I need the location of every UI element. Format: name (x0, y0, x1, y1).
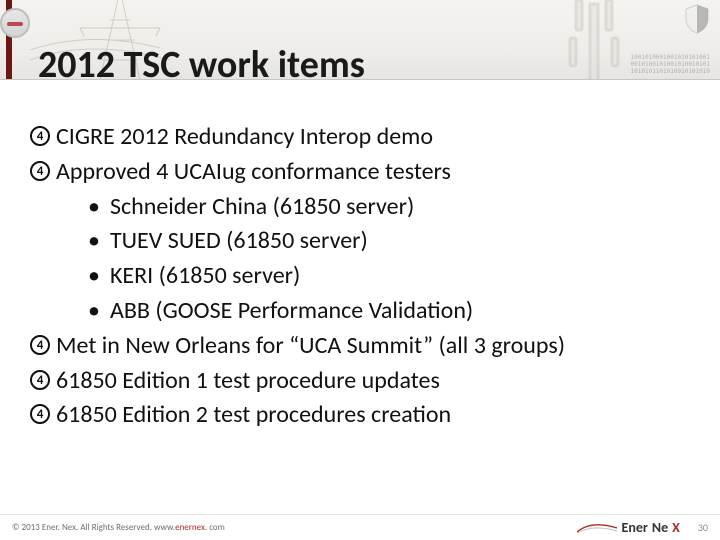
brand-text-b: Ne (652, 519, 668, 536)
bullet-item: 4 61850 Edition 1 test procedure updates (30, 364, 690, 399)
circled-number-icon: 4 (30, 161, 50, 181)
circled-number-icon: 4 (30, 126, 50, 146)
dot-bullet-icon: • (88, 190, 100, 225)
binary-decoration: 1001010001001010101001 00101001010010100… (631, 54, 710, 75)
sub-bullet-item: • TUEV SUED (61850 server) (30, 224, 690, 259)
shield-icon (684, 4, 710, 34)
code-line: 1010101101010010101010 (631, 68, 710, 75)
page-number: 30 (698, 521, 708, 534)
header-banner: 1001010001001010101001 00101001010010100… (0, 0, 720, 80)
bullet-item: 4 Approved 4 UCAIug conformance testers (30, 155, 690, 190)
bullet-text: CIGRE 2012 Redundancy Interop demo (56, 120, 433, 155)
brand-logo: Ener NeX (577, 519, 679, 536)
circled-number-icon: 4 (30, 404, 50, 424)
gauge-icon (0, 8, 30, 38)
swoosh-icon (577, 522, 617, 534)
copyright-text: © 2013 Ener. Nex. All Rights Reserved. w… (12, 522, 225, 533)
bullet-text: 61850 Edition 1 test procedure updates (56, 364, 440, 399)
slide: 1001010001001010101001 00101001010010100… (0, 0, 720, 540)
bullet-item: 4 61850 Edition 2 test procedures creati… (30, 398, 690, 433)
sub-bullet-text: Schneider China (61850 server) (110, 190, 414, 225)
sub-bullet-item: • Schneider China (61850 server) (30, 190, 690, 225)
slide-title: 2012 TSC work items (38, 42, 365, 80)
bullet-text: Met in New Orleans for “UCA Summit” (all… (56, 329, 565, 364)
sub-bullet-text: ABB (GOOSE Performance Validation) (110, 294, 473, 329)
circled-number-icon: 4 (30, 370, 50, 390)
slide-footer: © 2013 Ener. Nex. All Rights Reserved. w… (0, 514, 720, 540)
copyright-site: enernex (175, 522, 205, 533)
code-line: 0010100101001010010101 (631, 61, 710, 68)
copyright-suffix: . com (205, 522, 225, 533)
sub-bullet-item: • KERI (61850 server) (30, 259, 690, 294)
dot-bullet-icon: • (88, 224, 100, 259)
sub-bullet-text: KERI (61850 server) (110, 259, 300, 294)
sub-bullet-text: TUEV SUED (61850 server) (110, 224, 368, 259)
slide-body: 4 CIGRE 2012 Redundancy Interop demo 4 A… (30, 120, 690, 433)
circled-number-icon: 4 (30, 335, 50, 355)
copyright-prefix: © 2013 Ener. Nex. All Rights Reserved. w… (12, 522, 175, 533)
bullet-item: 4 CIGRE 2012 Redundancy Interop demo (30, 120, 690, 155)
bullet-text: 61850 Edition 2 test procedures creation (56, 398, 451, 433)
bullet-item: 4 Met in New Orleans for “UCA Summit” (a… (30, 329, 690, 364)
dot-bullet-icon: • (88, 259, 100, 294)
footer-right: Ener NeX 30 (577, 519, 708, 536)
code-line: 1001010001001010101001 (631, 54, 710, 61)
brand-text-x: X (672, 519, 680, 536)
dot-bullet-icon: • (88, 294, 100, 329)
sub-bullet-item: • ABB (GOOSE Performance Validation) (30, 294, 690, 329)
bullet-text: Approved 4 UCAIug conformance testers (56, 155, 451, 190)
brand-text-a: Ener (621, 519, 647, 536)
